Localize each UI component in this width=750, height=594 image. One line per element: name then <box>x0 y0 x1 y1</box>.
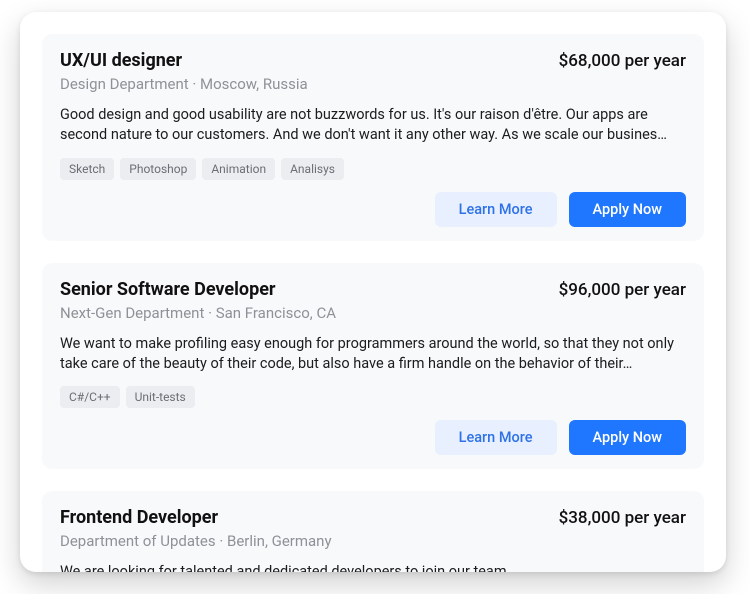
job-header: UX/UI designer $68,000 per year <box>60 50 686 71</box>
skill-tag: Analisys <box>281 158 344 180</box>
job-subtitle: Department of Updates · Berlin, Germany <box>60 532 686 550</box>
job-salary: $96,000 per year <box>559 280 686 300</box>
skill-tag: Sketch <box>60 158 114 180</box>
job-title: Frontend Developer <box>60 507 218 528</box>
skill-tag: Animation <box>202 158 275 180</box>
apply-now-button[interactable]: Apply Now <box>569 192 686 227</box>
job-title: Senior Software Developer <box>60 279 276 300</box>
skill-tag: C#/C++ <box>60 386 120 408</box>
job-header: Frontend Developer $38,000 per year <box>60 507 686 528</box>
job-card: Frontend Developer $38,000 per year Depa… <box>42 491 704 572</box>
job-actions: Learn More Apply Now <box>60 420 686 455</box>
job-list-panel: UX/UI designer $68,000 per year Design D… <box>20 12 726 572</box>
job-subtitle: Next-Gen Department · San Francisco, CA <box>60 304 686 322</box>
learn-more-button[interactable]: Learn More <box>435 420 557 455</box>
job-description: We want to make profiling easy enough fo… <box>60 334 686 375</box>
job-description: We are looking for talented and dedicate… <box>60 562 686 572</box>
learn-more-button[interactable]: Learn More <box>435 192 557 227</box>
job-subtitle: Design Department · Moscow, Russia <box>60 75 686 93</box>
job-card: Senior Software Developer $96,000 per ye… <box>42 263 704 470</box>
skill-tag: Photoshop <box>120 158 196 180</box>
job-actions: Learn More Apply Now <box>60 192 686 227</box>
apply-now-button[interactable]: Apply Now <box>569 420 686 455</box>
job-tags: C#/C++ Unit-tests <box>60 386 686 408</box>
job-salary: $68,000 per year <box>559 51 686 71</box>
job-title: UX/UI designer <box>60 50 182 71</box>
job-header: Senior Software Developer $96,000 per ye… <box>60 279 686 300</box>
job-card: UX/UI designer $68,000 per year Design D… <box>42 34 704 241</box>
job-description: Good design and good usability are not b… <box>60 105 686 146</box>
job-tags: Sketch Photoshop Animation Analisys <box>60 158 686 180</box>
job-salary: $38,000 per year <box>559 508 686 528</box>
skill-tag: Unit-tests <box>126 386 195 408</box>
